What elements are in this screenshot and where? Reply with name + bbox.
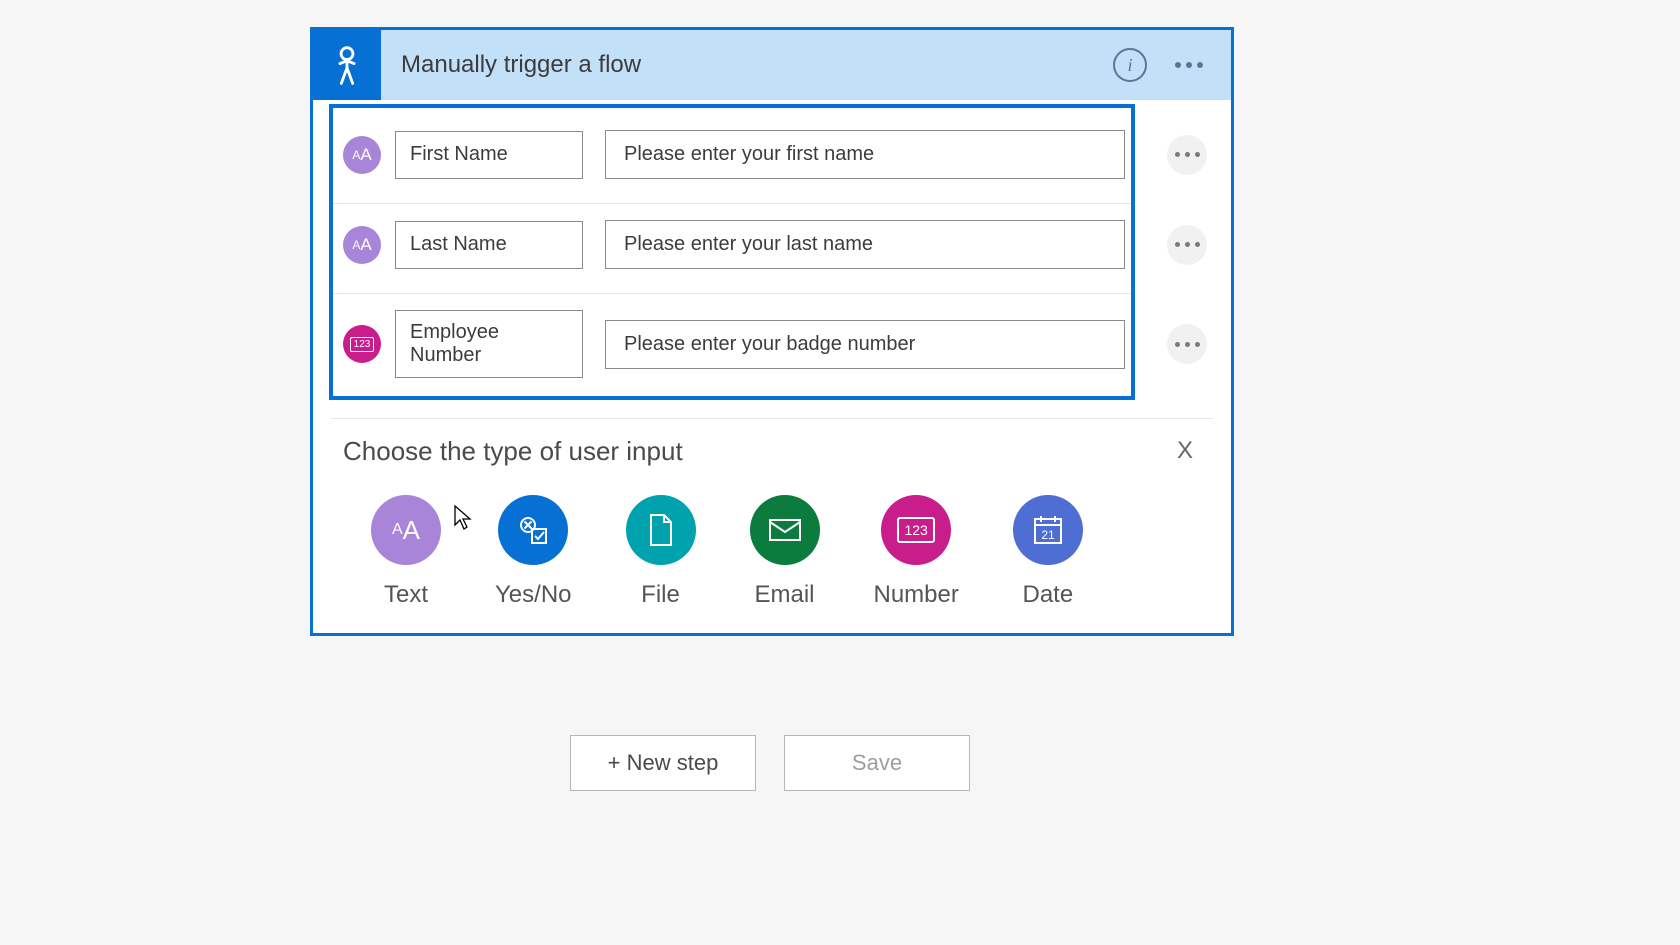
type-label: Email <box>754 581 814 609</box>
email-icon <box>750 495 820 565</box>
input-placeholder-field[interactable]: Please enter your badge number <box>605 320 1125 369</box>
input-type-text[interactable]: AA Text <box>371 495 441 609</box>
type-label: File <box>641 581 680 609</box>
text-type-icon: AA <box>343 136 381 174</box>
input-more-button[interactable] <box>1167 135 1207 175</box>
input-name-field[interactable]: Employee Number <box>395 310 583 378</box>
input-placeholder-field[interactable]: Please enter your first name <box>605 130 1125 179</box>
input-type-yesno[interactable]: Yes/No <box>495 495 572 609</box>
trigger-card: Manually trigger a flow i AA First Name … <box>310 27 1234 636</box>
input-type-file[interactable]: File <box>626 495 696 609</box>
type-label: Yes/No <box>495 581 572 609</box>
trigger-header[interactable]: Manually trigger a flow i <box>313 30 1231 100</box>
input-row: AA First Name Please enter your first na… <box>333 114 1131 204</box>
input-name-field[interactable]: First Name <box>395 131 583 179</box>
input-type-number[interactable]: 123 Number <box>874 495 959 609</box>
file-icon <box>626 495 696 565</box>
input-row: AA Last Name Please enter your last name <box>333 204 1131 294</box>
text-icon: AA <box>371 495 441 565</box>
input-type-chooser: Choose the type of user input X AA Text <box>313 419 1231 633</box>
number-type-icon: 123 <box>343 325 381 363</box>
manual-trigger-icon <box>313 30 381 100</box>
input-type-date[interactable]: 21 Date <box>1013 495 1083 609</box>
info-icon[interactable]: i <box>1113 48 1147 82</box>
chooser-title: Choose the type of user input <box>343 436 683 467</box>
input-name-field[interactable]: Last Name <box>395 221 583 269</box>
new-step-button[interactable]: + New step <box>570 735 756 791</box>
save-button[interactable]: Save <box>784 735 970 791</box>
yesno-icon <box>498 495 568 565</box>
input-row: 123 Employee Number Please enter your ba… <box>333 294 1131 384</box>
number-icon: 123 <box>881 495 951 565</box>
input-placeholder-field[interactable]: Please enter your last name <box>605 220 1125 269</box>
type-label: Number <box>874 581 959 609</box>
inputs-highlight-box: AA First Name Please enter your first na… <box>329 104 1135 400</box>
close-icon[interactable]: X <box>1167 433 1203 469</box>
input-type-email[interactable]: Email <box>750 495 820 609</box>
type-label: Text <box>384 581 428 609</box>
type-label: Date <box>1023 581 1074 609</box>
text-type-icon: AA <box>343 226 381 264</box>
trigger-title: Manually trigger a flow <box>381 51 1113 79</box>
date-icon: 21 <box>1013 495 1083 565</box>
input-more-button[interactable] <box>1167 225 1207 265</box>
header-more-button[interactable] <box>1175 62 1203 68</box>
input-more-button[interactable] <box>1167 324 1207 364</box>
svg-text:21: 21 <box>1041 528 1055 542</box>
